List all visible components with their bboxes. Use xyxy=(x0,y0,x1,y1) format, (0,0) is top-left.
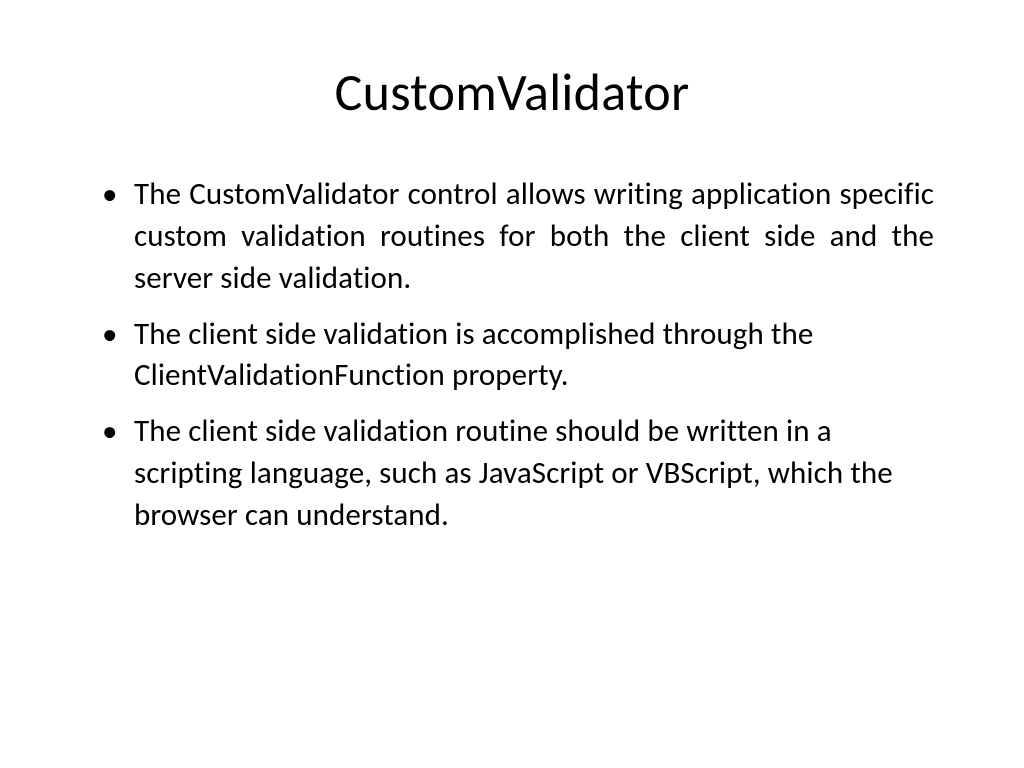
list-item: The client side validation routine shoul… xyxy=(90,411,934,537)
list-item: The CustomValidator control allows writi… xyxy=(90,174,934,300)
bullet-list: The CustomValidator control allows writi… xyxy=(90,174,934,537)
list-item: The client side validation is accomplish… xyxy=(90,314,934,398)
slide-content: The CustomValidator control allows writi… xyxy=(90,174,934,537)
slide-container: CustomValidator The CustomValidator cont… xyxy=(0,0,1024,768)
slide-title: CustomValidator xyxy=(90,60,934,124)
